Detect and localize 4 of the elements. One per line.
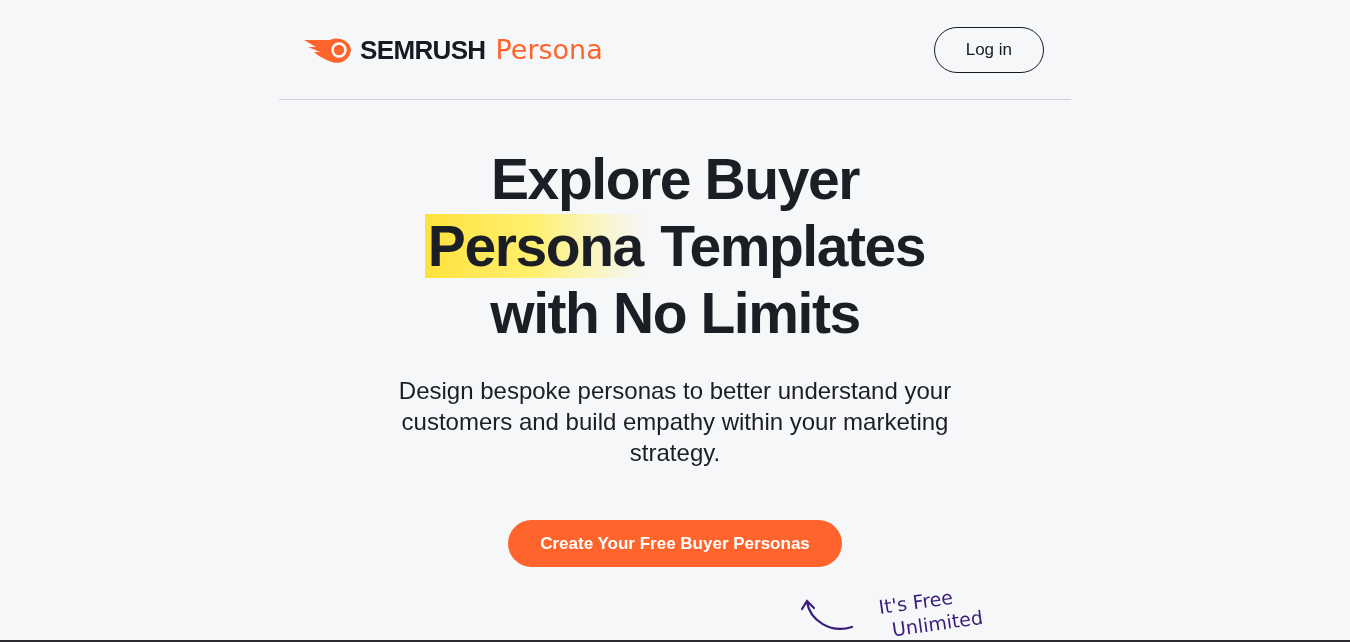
logo-product-text: Persona (495, 36, 603, 63)
hero-subtitle: Design bespoke personas to better understand your customers and build empathy within your marketing strategy. (397, 376, 953, 468)
logo-brand-text: SEMRUSH (360, 36, 486, 63)
logo-icon (304, 35, 352, 64)
